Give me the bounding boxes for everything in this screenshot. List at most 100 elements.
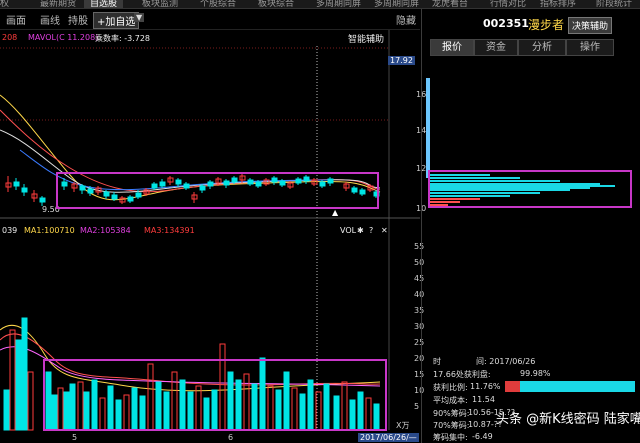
stat-concentration-value: -6.49 <box>472 432 493 441</box>
help-icon[interactable]: ? <box>369 226 373 235</box>
volume-bar <box>45 371 52 431</box>
volume-bar <box>323 383 330 431</box>
current-date-tag: 2017/06/26/— <box>358 433 419 442</box>
chip-bar <box>430 201 460 203</box>
candle-body <box>39 197 46 203</box>
nav-tab[interactable]: 行情对比 <box>490 0 526 8</box>
candle-body <box>231 177 238 183</box>
volume-bars <box>3 317 380 431</box>
volume-bar <box>51 394 58 431</box>
nav-tab[interactable]: 龙虎看台 <box>432 0 468 8</box>
stat-profit-ratio-value: 11.76% <box>470 382 501 391</box>
vol-ma2: MA2:105384 <box>80 226 131 235</box>
candle-body <box>183 183 190 189</box>
tab-operate[interactable]: 操作 <box>566 39 614 56</box>
candle-body <box>359 189 366 195</box>
candle-body <box>327 178 334 184</box>
volume-bar <box>69 383 76 431</box>
candle-body <box>159 181 166 187</box>
volume-bar <box>63 391 70 431</box>
volume-bar <box>251 383 258 431</box>
volume-bar <box>83 391 90 431</box>
candle-body <box>61 181 68 187</box>
chip-bar <box>430 189 570 191</box>
volume-bar <box>131 387 138 431</box>
volume-bar <box>107 385 114 431</box>
stat-chip70-label: 70%筹码: <box>433 421 470 430</box>
candle-body <box>271 177 278 183</box>
vol-ma3: MA3:134391 <box>144 226 195 235</box>
candle-body <box>303 176 310 182</box>
profit-ratio-fill <box>505 381 521 392</box>
volume-bar <box>163 391 170 431</box>
volume-bar <box>341 381 348 431</box>
candle-body <box>247 179 254 185</box>
candle-body <box>279 180 286 186</box>
stat-profit-at-value: 99.98% <box>520 369 551 378</box>
volume-bar <box>27 371 34 431</box>
stat-concentration-label: 筹码集中: <box>433 433 468 442</box>
stock-code: 002351 <box>483 17 529 30</box>
date-tick: 6 <box>228 433 234 442</box>
candle-body <box>13 181 20 187</box>
vol-ma1: MA1:100710 <box>24 226 75 235</box>
volume-bar <box>291 387 298 431</box>
gear-icon[interactable]: ✱ <box>357 226 364 235</box>
volume-bar <box>349 399 356 431</box>
candle-body <box>295 178 302 184</box>
date-tick: 5 <box>72 433 78 442</box>
chip-bar <box>430 180 560 182</box>
up-arrow-icon: ▲ <box>332 208 339 217</box>
chip-bar <box>430 204 448 206</box>
candlestick-series <box>5 174 380 206</box>
candle-body <box>175 179 182 185</box>
chip-bars <box>430 174 615 206</box>
volume-indicator-row: 039 MA1:100710 MA2:105384 MA3:134391 VOL… <box>0 226 420 238</box>
volume-unit: X万 <box>396 421 410 430</box>
candle-body <box>223 180 230 186</box>
tab-funds[interactable]: 资金 <box>474 39 518 56</box>
vol-value: 039 <box>2 226 18 235</box>
chip-bar <box>430 183 600 185</box>
decision-assist-button[interactable]: 决策辅助 <box>568 17 613 34</box>
price-axis: 17.92 16 14 12 10 <box>388 56 426 216</box>
candle-body <box>135 192 142 198</box>
volume-bar <box>267 385 274 431</box>
volume-bar <box>57 387 64 431</box>
nav-tab[interactable]: 阶段统计 <box>596 0 632 8</box>
stat-profit-ratio-label: 获利比例: <box>433 383 468 392</box>
vol-ma-yellow <box>0 324 381 392</box>
volume-bar <box>77 381 84 431</box>
stat-time-label: 时 <box>433 357 441 366</box>
candle-body <box>319 181 326 187</box>
candle-body <box>255 181 262 187</box>
candle-body <box>103 191 110 197</box>
stat-time-value: 间: 2017/06/26 <box>476 357 536 366</box>
volume-bar <box>195 385 202 431</box>
vol-ma-magenta <box>0 346 381 387</box>
chip-bar <box>430 195 510 197</box>
stat-avg-cost-value: 11.54 <box>472 395 495 404</box>
volume-bar <box>123 394 130 431</box>
nav-tab[interactable]: 指标排序 <box>540 0 576 8</box>
candle-body <box>151 183 158 189</box>
tab-analysis[interactable]: 分析 <box>518 39 566 56</box>
volume-bar <box>333 395 340 431</box>
volume-bar <box>299 393 306 431</box>
close-icon[interactable]: ✕ <box>381 226 388 235</box>
volume-bar <box>3 389 10 431</box>
volume-bar <box>91 379 98 431</box>
tab-quote[interactable]: 报价 <box>430 39 474 56</box>
volume-bar <box>243 373 250 431</box>
volume-bar <box>227 371 234 431</box>
candle-body <box>87 188 94 194</box>
chip-distribution-chart <box>426 78 632 208</box>
volume-bar <box>21 317 28 431</box>
candle-body <box>21 187 28 193</box>
volume-bar <box>259 357 266 431</box>
stat-profit-at-label: 17.66处获利盘: <box>433 370 491 379</box>
chip-bar <box>430 187 590 189</box>
volume-bar <box>15 339 22 431</box>
candle-body <box>351 187 358 193</box>
candle-body <box>79 185 86 191</box>
